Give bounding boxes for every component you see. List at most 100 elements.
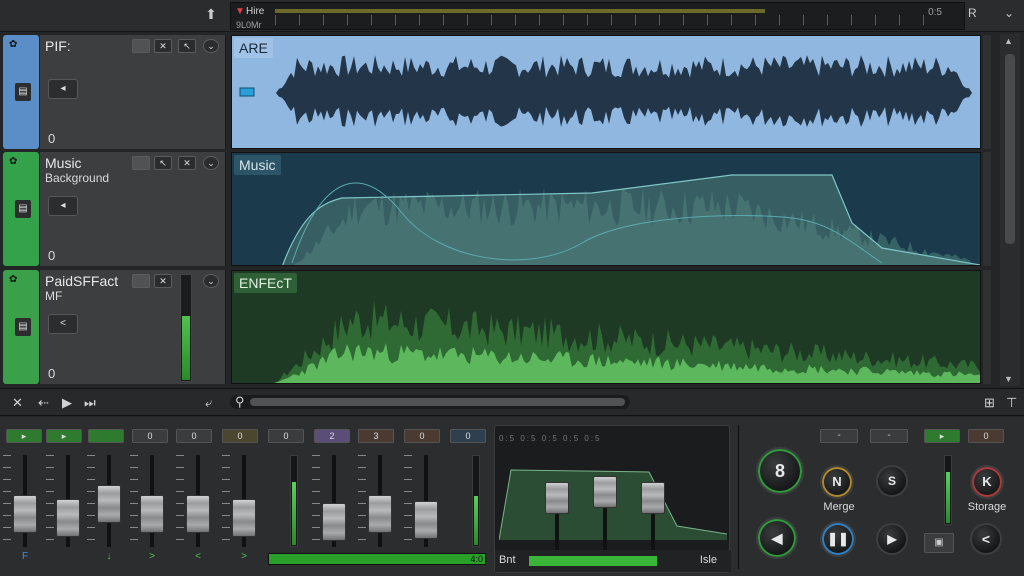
chevron-down-icon[interactable]: ⌄ — [203, 39, 219, 53]
track-header[interactable]: PIF: ✕ ↖ ⌄ ◂ 0 — [40, 35, 226, 149]
track-square-button[interactable] — [132, 156, 150, 170]
waveform-clip[interactable] — [232, 271, 981, 384]
channel-fader[interactable] — [222, 455, 256, 547]
channel-arm-button[interactable]: ▸ — [924, 429, 960, 443]
channel-meter — [472, 455, 480, 547]
track-name[interactable]: Music — [45, 156, 82, 171]
track-header[interactable]: PaidSFFact MF ✕ ⌄ < 0 — [40, 270, 226, 384]
track-name[interactable]: PaidSFFact — [45, 274, 118, 289]
channel-arm-button[interactable]: ▸ — [6, 429, 42, 443]
mixer-divider — [738, 425, 739, 569]
track-square-button[interactable] — [132, 39, 150, 53]
gear-icon[interactable]: ✿ — [9, 39, 17, 50]
scroll-up-icon[interactable]: ▲ — [1004, 36, 1013, 46]
waveform-clip[interactable] — [232, 153, 981, 266]
clipboard-icon[interactable]: ▤ — [15, 200, 31, 218]
scroll-thumb[interactable] — [1005, 54, 1015, 244]
main-knob[interactable]: 8 — [756, 447, 804, 495]
channel-fader[interactable] — [3, 455, 37, 547]
up-arrow-icon[interactable]: ⬆ — [203, 6, 219, 22]
gear-icon[interactable]: ✿ — [9, 156, 17, 167]
chevron-down-icon[interactable]: ⌄ — [203, 274, 219, 288]
scroll-down-icon[interactable]: ▼ — [1004, 374, 1013, 384]
track-mini-button[interactable]: < — [48, 314, 78, 334]
n-knob[interactable]: N — [820, 465, 854, 499]
track-level-meter — [180, 274, 192, 382]
channel-button[interactable]: 0 — [176, 429, 212, 443]
channel-button[interactable]: 0 — [268, 429, 304, 443]
channel-meter — [290, 455, 298, 547]
track-lane-effect[interactable]: ENFEcT — [231, 270, 981, 384]
channel-arm-button[interactable] — [88, 429, 124, 443]
back-button[interactable]: < — [970, 523, 1002, 555]
storage-label: Storage — [967, 501, 1007, 513]
track-header[interactable]: Music Background ↖ ✕ ⌄ ◂ 0 — [40, 152, 226, 266]
clipboard-icon[interactable]: ▤ — [15, 318, 31, 336]
track-color-strip[interactable]: ✿ ▤ — [3, 270, 39, 384]
channel-button[interactable]: 0 — [968, 429, 1004, 443]
channel-button[interactable]: 0 — [450, 429, 486, 443]
channel-fader[interactable] — [312, 455, 346, 547]
eq-footer: Bnt Isle — [495, 550, 731, 572]
channel-label: ↓ — [106, 551, 112, 562]
channel-fader[interactable] — [46, 455, 80, 547]
track-name[interactable]: PIF: — [45, 39, 71, 54]
mute-x-button[interactable]: ✕ — [154, 274, 172, 288]
channel-button[interactable]: 0 — [132, 429, 168, 443]
track-square-button[interactable] — [132, 274, 150, 288]
track-lane-arrangement[interactable]: ARE — [231, 35, 981, 149]
chevron-down-icon[interactable]: ⌄ — [1000, 6, 1018, 24]
rewind-knob[interactable]: ◀ — [756, 517, 798, 559]
grid-icon[interactable]: ⊞ — [984, 395, 995, 411]
channel-fader[interactable] — [404, 455, 438, 547]
scroll-thumb[interactable] — [250, 398, 625, 406]
channel-button[interactable]: 0 — [404, 429, 440, 443]
playhead-marker-icon[interactable]: ▼ — [235, 6, 245, 17]
track-mini-button[interactable]: ◂ — [48, 79, 78, 99]
k-knob[interactable]: K — [970, 465, 1004, 499]
transport-minus-button[interactable]: - — [820, 429, 858, 443]
mute-x-button[interactable]: ✕ — [154, 39, 172, 53]
lane-scrollbar[interactable] — [983, 35, 991, 149]
solo-button[interactable]: ↖ — [154, 156, 172, 170]
chevron-down-icon[interactable]: ⌄ — [203, 156, 219, 170]
solo-button[interactable]: ↖ — [178, 39, 196, 53]
timeline-ruler[interactable]: ▼ Hire 9L0Mr 0:5 — [230, 2, 965, 30]
channel-fader[interactable] — [358, 455, 392, 547]
s-knob[interactable]: S — [876, 465, 908, 497]
eq-panel[interactable]: 0:5 0:5 0:5 0:5 0:5 Bnt Isle — [494, 425, 731, 573]
cut-icon[interactable]: ✕ — [12, 395, 23, 411]
track-color-strip[interactable]: ✿ ▤ — [3, 152, 39, 266]
lane-scrollbar[interactable] — [983, 152, 991, 266]
track-color-strip[interactable]: ✿ ▤ — [3, 35, 39, 149]
transport-minus-button[interactable]: - — [870, 429, 908, 443]
play-button[interactable]: ▶ — [876, 523, 908, 555]
clipboard-icon[interactable]: ▤ — [15, 83, 31, 101]
channel-button[interactable]: 2 — [314, 429, 350, 443]
track-lane-music[interactable]: Music — [231, 152, 981, 266]
channel-button[interactable]: 0 — [222, 429, 258, 443]
record-button[interactable]: R — [968, 6, 977, 20]
channel-fader[interactable] — [176, 455, 210, 547]
lane-scrollbar[interactable] — [983, 270, 991, 384]
pause-button[interactable]: ❚❚ — [820, 521, 856, 557]
track-mini-button[interactable]: ◂ — [48, 196, 78, 216]
waveform-clip[interactable] — [232, 36, 981, 149]
mute-x-button[interactable]: ✕ — [178, 156, 196, 170]
skip-end-icon[interactable]: ⏭ — [84, 395, 96, 411]
play-icon[interactable]: ▶ — [62, 395, 72, 411]
rewind-icon[interactable]: ⇠ — [38, 395, 49, 411]
vertical-scrollbar[interactable]: ▲ ▼ — [1000, 34, 1020, 386]
loop-icon[interactable]: ⤶ — [205, 395, 212, 411]
channel-arm-button[interactable]: ▸ — [46, 429, 82, 443]
gear-icon[interactable]: ✿ — [9, 274, 17, 285]
channel-button[interactable]: 3 — [358, 429, 394, 443]
channel-fader[interactable] — [130, 455, 164, 547]
loop-region[interactable] — [275, 9, 765, 13]
stop-button[interactable]: ▣ — [924, 533, 954, 553]
search-icon[interactable]: ⚲ — [235, 394, 245, 410]
track-2: ✿ ▤ Music Background ↖ ✕ ⌄ ◂ 0 Music — [0, 150, 1024, 268]
horizontal-scrollbar[interactable] — [230, 395, 630, 409]
filter-icon[interactable]: ⊤ — [1006, 395, 1017, 411]
channel-fader[interactable] — [87, 455, 121, 547]
